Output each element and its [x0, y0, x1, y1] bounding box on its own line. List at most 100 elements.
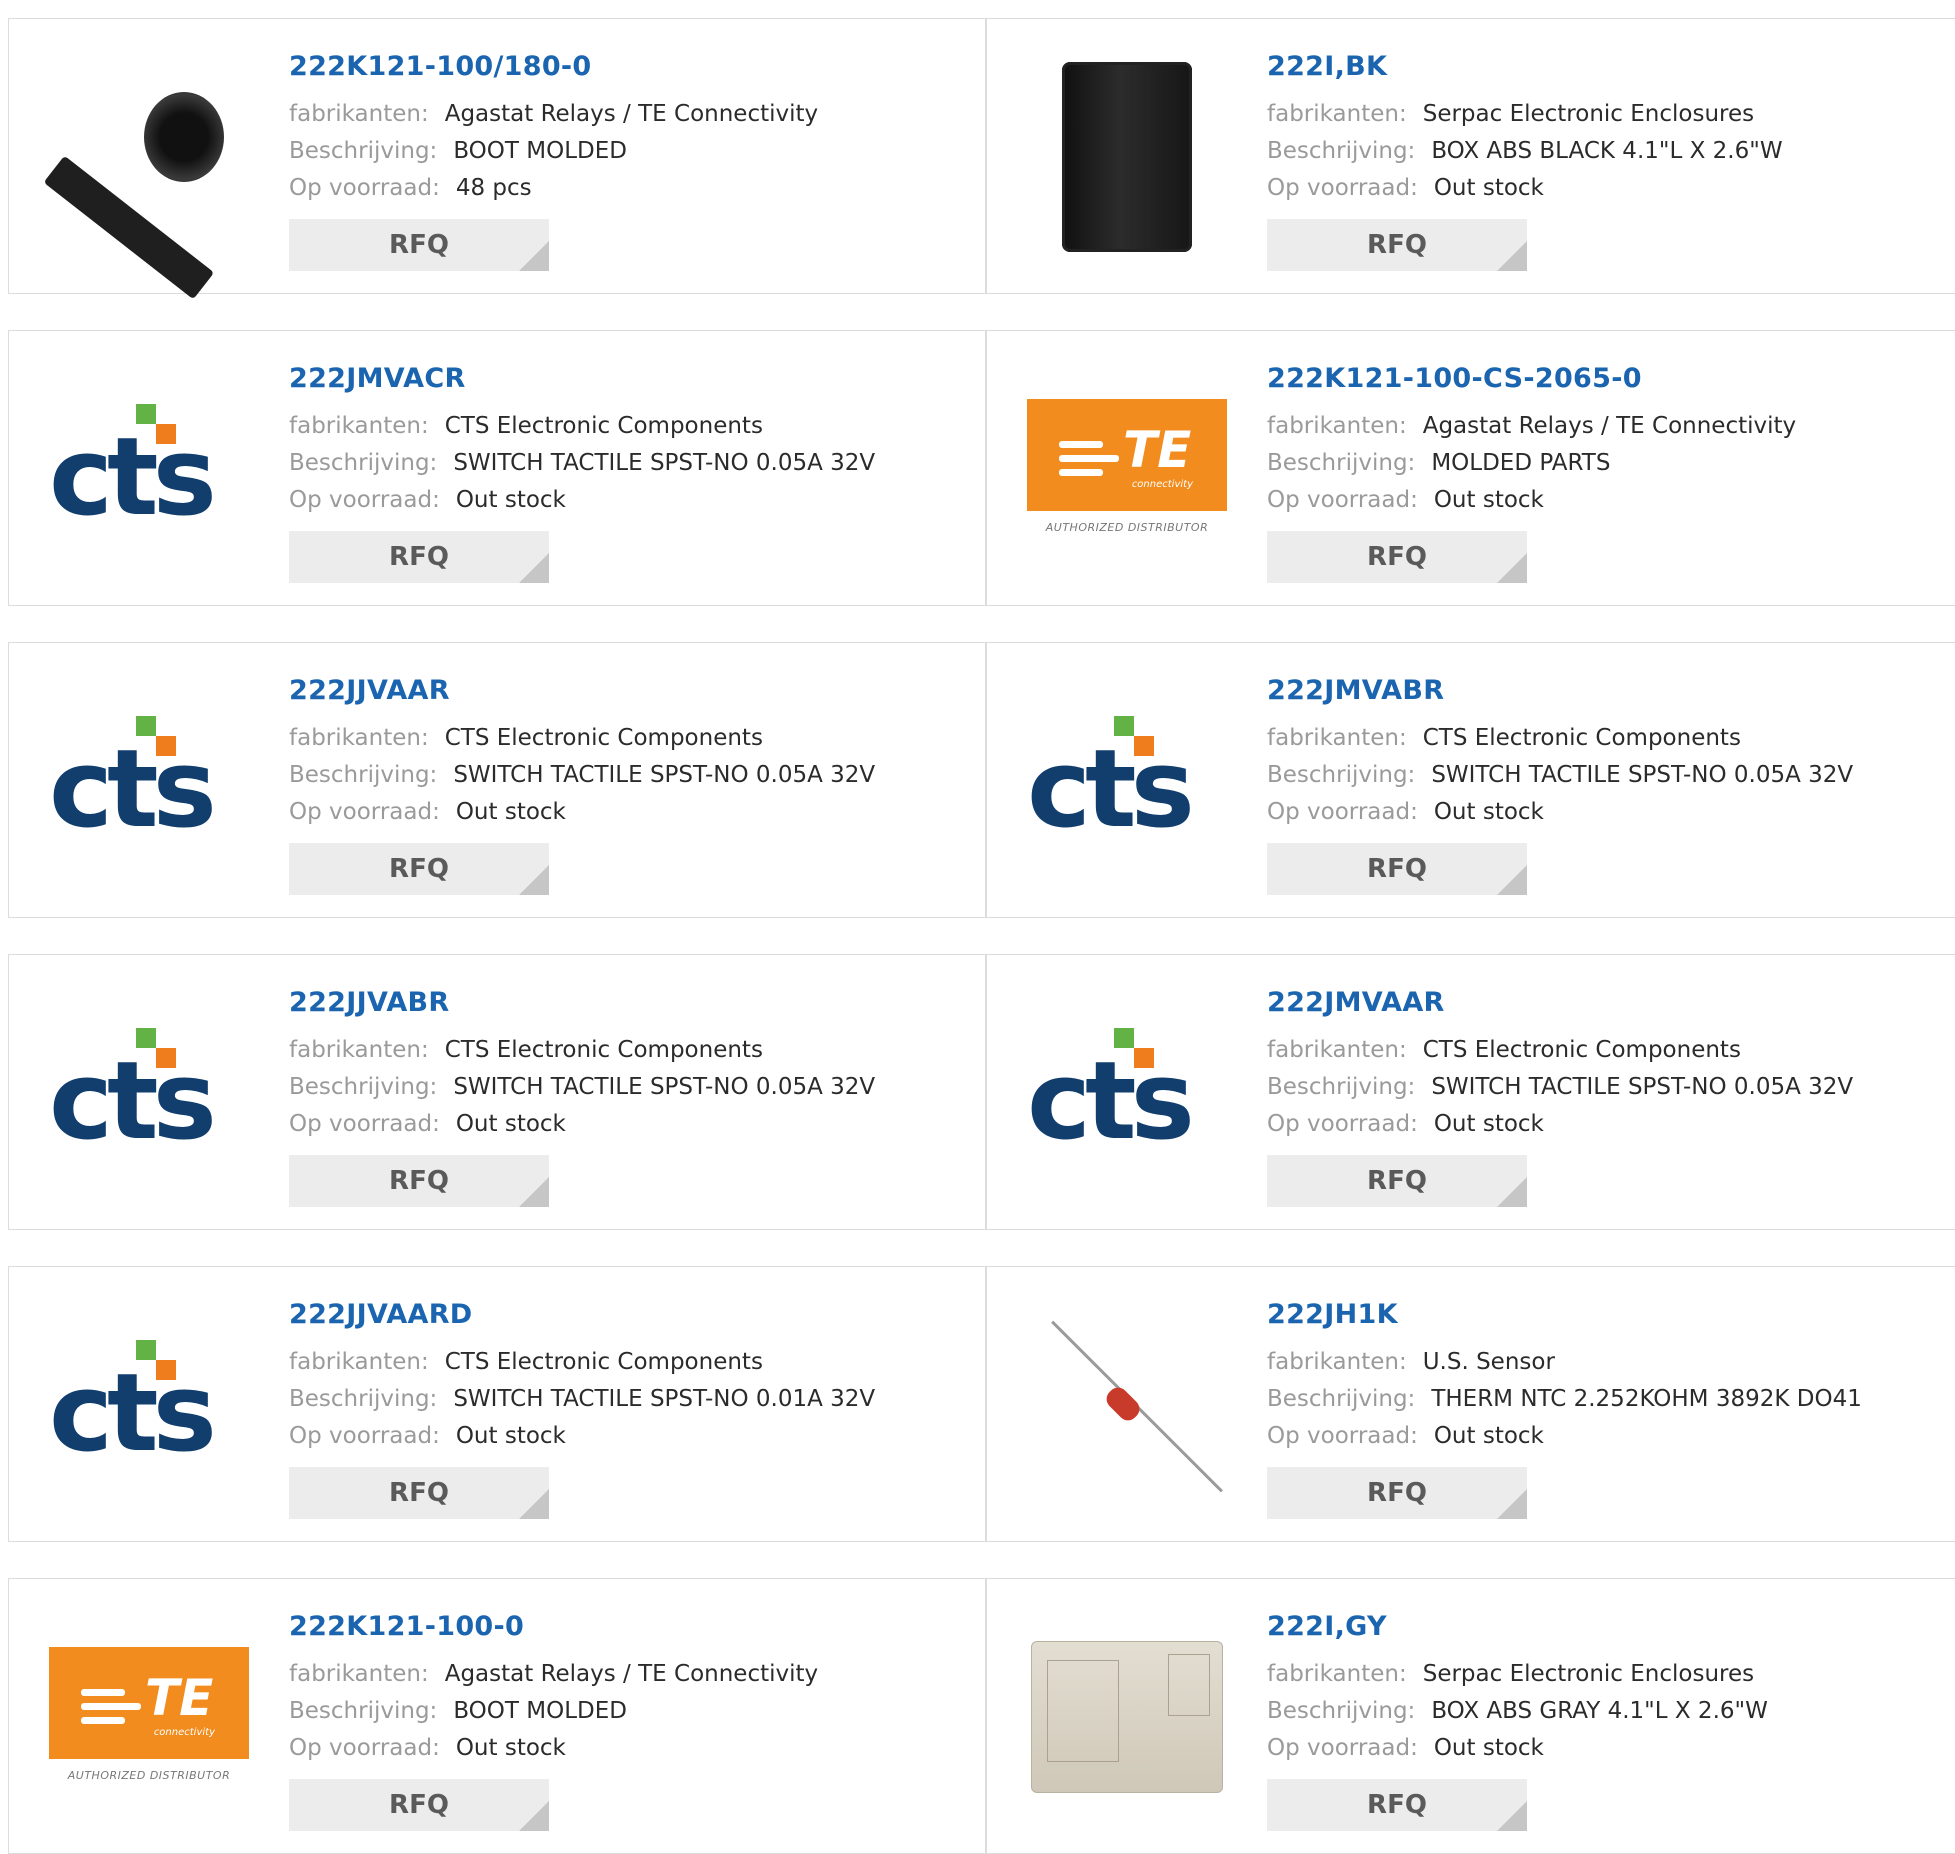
description-label: Beschrijving:	[1267, 138, 1416, 164]
manufacturer-row: fabrikanten: Agastat Relays / TE Connecti…	[289, 1656, 975, 1693]
description-value: BOOT MOLDED	[453, 1698, 627, 1724]
part-number-link[interactable]: 222JJVABR	[289, 987, 975, 1018]
product-thumbnail[interactable]: cts	[49, 1305, 249, 1505]
product-thumbnail[interactable]: TE connectivity AUTHORIZED DISTRIBUTOR	[1027, 369, 1227, 569]
product-thumbnail[interactable]: cts	[1027, 993, 1227, 1193]
rfq-corner-decoration	[1497, 553, 1527, 583]
description-label: Beschrijving:	[289, 762, 438, 788]
stock-value: Out stock	[1433, 487, 1544, 513]
description-label: Beschrijving:	[289, 450, 438, 476]
product-thumbnail[interactable]	[1027, 57, 1227, 257]
product-thumbnail[interactable]: cts	[49, 993, 249, 1193]
cts-logo-green-square	[136, 1340, 156, 1360]
manufacturer-label: fabrikanten:	[289, 101, 429, 127]
rfq-corner-decoration	[519, 1489, 549, 1519]
part-number-link[interactable]: 222JJVAARD	[289, 1299, 975, 1330]
product-thumbnail[interactable]	[43, 57, 249, 300]
stock-value: Out stock	[455, 487, 566, 513]
rfq-button[interactable]: RFQ	[289, 1467, 549, 1519]
cts-logo-green-square	[136, 1028, 156, 1048]
description-label: Beschrijving:	[1267, 450, 1416, 476]
stock-label: Op voorraad:	[289, 1423, 440, 1449]
product-thumbnail[interactable]: TE connectivity AUTHORIZED DISTRIBUTOR	[49, 1617, 249, 1817]
rfq-corner-decoration	[1497, 241, 1527, 271]
stock-value: Out stock	[455, 1111, 566, 1137]
manufacturer-value: CTS Electronic Components	[444, 1037, 763, 1063]
rfq-button[interactable]: RFQ	[289, 1779, 549, 1831]
description-value: SWITCH TACTILE SPST-NO 0.05A 32V	[453, 762, 876, 788]
rfq-button[interactable]: RFQ	[1267, 843, 1527, 895]
stock-value: Out stock	[455, 1423, 566, 1449]
description-row: Beschrijving: SWITCH TACTILE SPST-NO 0.05…	[1267, 757, 1955, 794]
manufacturer-label: fabrikanten:	[1267, 725, 1407, 751]
rfq-button[interactable]: RFQ	[1267, 1155, 1527, 1207]
te-logo-subtext: connectivity	[153, 1727, 215, 1738]
part-number-link[interactable]: 222I,BK	[1267, 51, 1955, 82]
part-number-link[interactable]: 222K121-100-0	[289, 1611, 975, 1642]
part-number-link[interactable]: 222K121-100/180-0	[289, 51, 975, 82]
manufacturer-label: fabrikanten:	[1267, 1349, 1407, 1375]
rfq-button[interactable]: RFQ	[1267, 219, 1527, 271]
part-number-link[interactable]: 222JMVACR	[289, 363, 975, 394]
stock-value: Out stock	[1433, 1111, 1544, 1137]
part-number-link[interactable]: 222K121-100-CS-2065-0	[1267, 363, 1955, 394]
stock-label: Op voorraad:	[1267, 1423, 1418, 1449]
product-thumbnail[interactable]: cts	[49, 681, 249, 881]
manufacturer-row: fabrikanten: CTS Electronic Components	[289, 408, 975, 445]
stock-row: Op voorraad: Out stock	[289, 1418, 975, 1455]
stock-value: Out stock	[1433, 1423, 1544, 1449]
manufacturer-row: fabrikanten: CTS Electronic Components	[289, 1032, 975, 1069]
stock-label: Op voorraad:	[289, 1111, 440, 1137]
cts-logo-orange-square	[156, 1360, 176, 1380]
black-box-image	[1062, 62, 1192, 252]
rfq-corner-decoration	[1497, 865, 1527, 895]
rfq-button[interactable]: RFQ	[1267, 531, 1527, 583]
rfq-button[interactable]: RFQ	[289, 531, 549, 583]
description-row: Beschrijving: BOX ABS GRAY 4.1"L X 2.6"W	[1267, 1693, 1955, 1730]
description-value: SWITCH TACTILE SPST-NO 0.01A 32V	[453, 1386, 876, 1412]
stock-label: Op voorraad:	[289, 799, 440, 825]
description-row: Beschrijving: THERM NTC 2.252KOHM 3892K D…	[1267, 1381, 1955, 1418]
product-thumbnail[interactable]	[1027, 1617, 1227, 1817]
product-info: 222JJVAAR fabrikanten: CTS Electronic Comp…	[289, 675, 975, 831]
cts-logo: cts	[49, 1028, 249, 1158]
product-card: 222I,BK fabrikanten: Serpac Electronic Enc…	[986, 18, 1955, 294]
product-thumbnail[interactable]: cts	[49, 369, 249, 569]
manufacturer-value: U.S. Sensor	[1422, 1349, 1555, 1375]
manufacturer-value: CTS Electronic Components	[444, 413, 763, 439]
rfq-label: RFQ	[1367, 1166, 1427, 1196]
manufacturer-label: fabrikanten:	[289, 1661, 429, 1687]
product-thumbnail[interactable]	[1027, 1305, 1227, 1505]
product-thumbnail[interactable]: cts	[1027, 681, 1227, 881]
cts-logo-green-square	[136, 716, 156, 736]
gray-box-vent	[1168, 1654, 1210, 1716]
rfq-button[interactable]: RFQ	[1267, 1779, 1527, 1831]
stock-row: Op voorraad: Out stock	[289, 1106, 975, 1143]
stock-row: Op voorraad: Out stock	[1267, 1418, 1955, 1455]
stock-label: Op voorraad:	[289, 487, 440, 513]
part-number-link[interactable]: 222JMVABR	[1267, 675, 1955, 706]
rfq-button[interactable]: RFQ	[289, 1155, 549, 1207]
rfq-button[interactable]: RFQ	[1267, 1467, 1527, 1519]
cts-logo-text: cts	[49, 727, 217, 852]
description-value: SWITCH TACTILE SPST-NO 0.05A 32V	[453, 1074, 876, 1100]
manufacturer-value: CTS Electronic Components	[1422, 1037, 1741, 1063]
boot-molded-image	[43, 82, 234, 300]
manufacturer-label: fabrikanten:	[1267, 101, 1407, 127]
description-value: SWITCH TACTILE SPST-NO 0.05A 32V	[453, 450, 876, 476]
manufacturer-value: Agastat Relays / TE Connectivity	[444, 101, 819, 127]
cts-logo-text: cts	[49, 415, 217, 540]
product-card: cts 222JMVABR fabrikanten: CTS Electronic C…	[986, 642, 1955, 918]
part-number-link[interactable]: 222JMVAAR	[1267, 987, 1955, 1018]
rfq-button[interactable]: RFQ	[289, 219, 549, 271]
part-number-link[interactable]: 222I,GY	[1267, 1611, 1955, 1642]
part-number-link[interactable]: 222JJVAAR	[289, 675, 975, 706]
description-row: Beschrijving: SWITCH TACTILE SPST-NO 0.05…	[289, 1069, 975, 1106]
rfq-button[interactable]: RFQ	[289, 843, 549, 895]
cts-logo-text: cts	[1027, 1039, 1195, 1164]
rfq-corner-decoration	[1497, 1801, 1527, 1831]
stock-row: Op voorraad: Out stock	[1267, 1106, 1955, 1143]
boot-cup	[144, 92, 224, 182]
manufacturer-row: fabrikanten: CTS Electronic Components	[1267, 720, 1955, 757]
part-number-link[interactable]: 222JH1K	[1267, 1299, 1955, 1330]
